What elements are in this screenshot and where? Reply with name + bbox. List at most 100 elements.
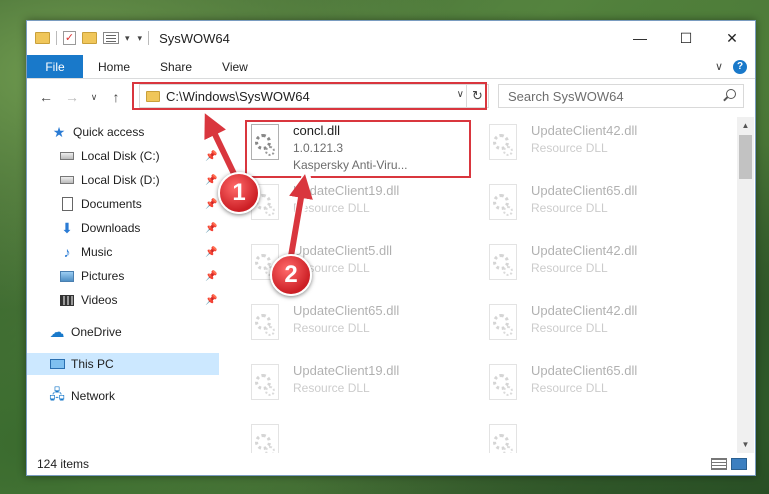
file-item[interactable]: UpdateClient42.dll Resource DLL (481, 121, 711, 181)
new-folder-icon[interactable] (82, 32, 97, 44)
pin-icon[interactable]: 📌 (205, 151, 217, 162)
sidebar-item-this-pc[interactable]: This PC (27, 353, 219, 375)
customize-toolbar-icon[interactable]: ▾ (138, 33, 143, 44)
properties-icon[interactable] (103, 32, 119, 44)
toolbar-divider (148, 31, 150, 45)
dll-file-icon (485, 244, 523, 290)
search-icon[interactable] (726, 89, 736, 99)
file-item[interactable]: UpdateClient19.dll Resource DLL (243, 361, 473, 421)
sidebar-item-label: This PC (71, 357, 114, 371)
star-icon: ★ (52, 123, 66, 140)
sidebar-item-onedrive[interactable]: ☁ OneDrive (27, 321, 219, 343)
file-name: UpdateClient65.dll (293, 303, 400, 318)
up-button[interactable]: ↑ (105, 86, 127, 108)
step-badge-2: 2 (270, 254, 312, 296)
sidebar-item-pictures[interactable]: Pictures 📌 (27, 265, 219, 287)
window-controls: — ☐ ✕ (617, 21, 755, 55)
file-name: UpdateClient42.dll (531, 303, 638, 318)
file-item[interactable]: UpdateClient19.dll Resource DLL (243, 181, 473, 241)
file-item[interactable] (481, 421, 711, 453)
sidebar-item-label: Quick access (73, 125, 145, 139)
title-bar: ✓ ▾ ▾ SysWOW64 — ☐ ✕ (27, 21, 755, 55)
dll-file-icon (485, 364, 523, 410)
file-item[interactable]: UpdateClient42.dll Resource DLL (481, 301, 711, 361)
status-bar: 124 items (27, 453, 755, 475)
expand-ribbon-icon[interactable]: ∨ (715, 60, 723, 73)
pin-icon[interactable]: 📌 (205, 295, 217, 306)
scroll-up-icon[interactable]: ▲ (737, 117, 754, 134)
pin-icon[interactable]: 📌 (205, 271, 217, 282)
tab-home[interactable]: Home (83, 55, 145, 78)
window-title: SysWOW64 (159, 30, 230, 46)
search-input[interactable]: Search SysWOW64 (498, 84, 744, 108)
file-type: Resource DLL (531, 321, 608, 335)
onedrive-icon: ☁ (49, 324, 65, 341)
folder-icon (35, 32, 50, 44)
details-view-icon[interactable] (711, 458, 727, 470)
navigation-pane: ★ Quick access Local Disk (C:) 📌 Local D… (27, 117, 219, 453)
this-pc-icon (49, 357, 65, 371)
recent-locations-button[interactable]: ∨ (87, 86, 101, 108)
step-badge-1: 1 (218, 172, 260, 214)
sidebar-item-local-disk-d[interactable]: Local Disk (D:) 📌 (27, 169, 219, 191)
file-name: UpdateClient42.dll (531, 123, 638, 138)
sidebar-item-local-disk-c[interactable]: Local Disk (C:) 📌 (27, 145, 219, 167)
network-icon: 🖧 (49, 386, 65, 402)
sidebar-item-label: Network (71, 389, 116, 403)
properties-check-icon[interactable]: ✓ (63, 31, 76, 45)
dll-file-icon (485, 184, 523, 230)
file-name: UpdateClient42.dll (531, 243, 638, 258)
sidebar-item-label: Downloads (81, 221, 141, 235)
tab-file[interactable]: File (27, 55, 83, 78)
sidebar-item-videos[interactable]: Videos 📌 (27, 289, 219, 311)
downloads-icon: ⬇ (61, 219, 73, 236)
sidebar-item-label: Pictures (81, 269, 125, 283)
help-icon[interactable]: ? (733, 59, 747, 74)
file-item[interactable]: UpdateClient65.dll Resource DLL (481, 181, 711, 241)
tiles-view-icon[interactable] (731, 458, 747, 470)
maximize-button[interactable]: ☐ (663, 21, 709, 55)
disk-icon (59, 173, 75, 187)
vertical-scrollbar[interactable]: ▲ ▼ (737, 117, 754, 453)
minimize-button[interactable]: — (617, 21, 663, 55)
tab-view[interactable]: View (207, 55, 263, 78)
qa-dropdown-icon[interactable]: ▾ (125, 33, 130, 44)
file-item[interactable] (243, 421, 473, 453)
pictures-icon (59, 269, 75, 283)
sidebar-item-label: Videos (81, 293, 118, 307)
search-placeholder: Search SysWOW64 (508, 88, 624, 104)
close-button[interactable]: ✕ (709, 21, 755, 55)
file-type: Resource DLL (531, 141, 608, 155)
pin-icon[interactable]: 📌 (205, 223, 217, 234)
disk-icon (59, 149, 75, 163)
quick-access-toolbar: ✓ ▾ ▾ (27, 31, 150, 45)
sidebar-item-documents[interactable]: Documents 📌 (27, 193, 219, 215)
file-item[interactable]: UpdateClient65.dll Resource DLL (243, 301, 473, 361)
pin-icon[interactable]: 📌 (205, 199, 217, 210)
sidebar-item-quick-access[interactable]: ★ Quick access (27, 121, 219, 143)
ribbon-right: ∨ ? (715, 55, 755, 78)
file-name: UpdateClient65.dll (531, 183, 638, 198)
pin-icon[interactable]: 📌 (205, 247, 217, 258)
back-button[interactable]: ← (35, 86, 57, 108)
music-icon: ♪ (63, 244, 71, 260)
pin-icon[interactable]: 📌 (205, 175, 217, 186)
file-type: Resource DLL (293, 381, 370, 395)
sidebar-item-label: Local Disk (D:) (81, 173, 160, 187)
scroll-down-icon[interactable]: ▼ (737, 436, 754, 453)
forward-button[interactable]: → (61, 86, 83, 108)
file-highlight-box (245, 120, 471, 178)
file-item[interactable]: UpdateClient65.dll Resource DLL (481, 361, 711, 421)
sidebar-item-music[interactable]: ♪ Music 📌 (27, 241, 219, 263)
videos-icon (59, 293, 75, 307)
sidebar-item-downloads[interactable]: ⬇ Downloads 📌 (27, 217, 219, 239)
tab-share[interactable]: Share (145, 55, 207, 78)
address-highlight-box (132, 82, 487, 110)
toolbar-divider (56, 31, 57, 45)
dll-file-icon (247, 304, 285, 350)
file-item[interactable]: UpdateClient42.dll Resource DLL (481, 241, 711, 301)
sidebar-item-label: OneDrive (71, 325, 122, 339)
sidebar-item-network[interactable]: 🖧 Network (27, 385, 219, 407)
scroll-thumb[interactable] (739, 135, 752, 179)
dll-file-icon (485, 124, 523, 170)
